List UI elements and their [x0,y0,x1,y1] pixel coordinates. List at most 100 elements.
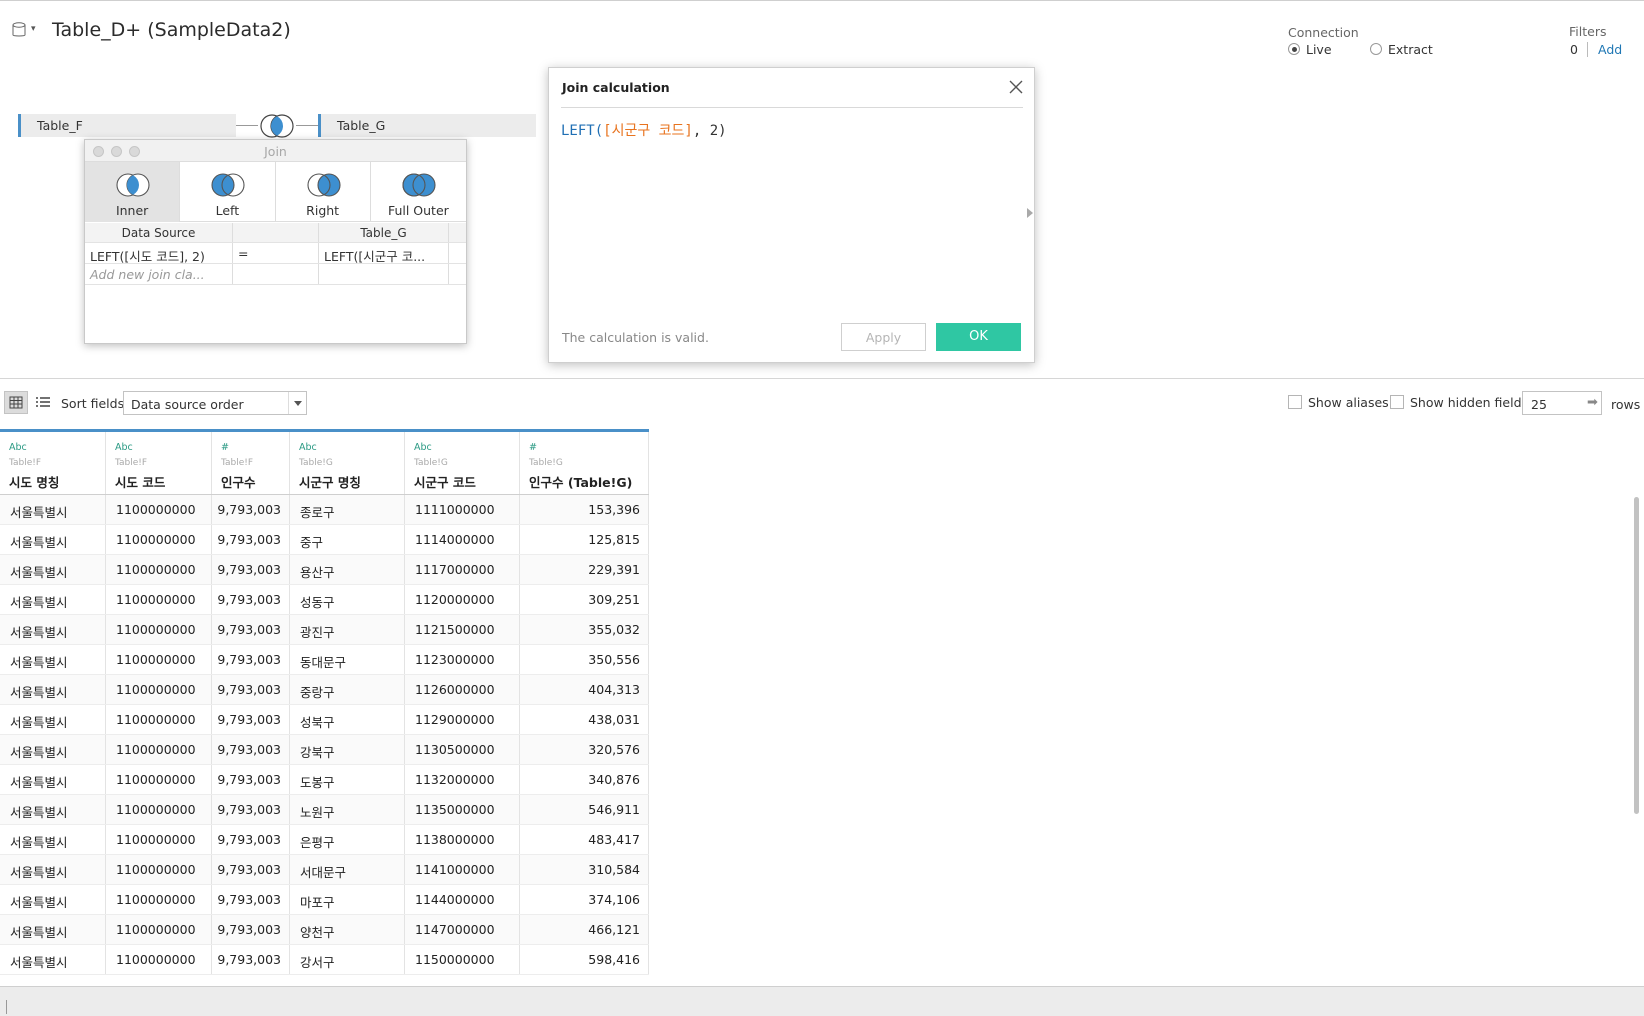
table-g-pill[interactable]: Table_G [318,114,536,137]
ok-button[interactable]: OK [936,323,1021,351]
calculation-editor[interactable]: LEFT([시군구 코드], 2) [561,120,1011,300]
top-divider [0,0,1644,1]
datasource-title[interactable]: Table_D+ (SampleData2) [52,19,291,41]
string-type-icon[interactable]: Abc [414,442,432,453]
live-radio-label[interactable]: Live [1306,42,1332,57]
extract-radio-label[interactable]: Extract [1388,42,1433,57]
apply-button[interactable]: Apply [841,323,926,351]
full-outer-join-label: Full Outer [387,203,449,218]
table-cell: 1100000000 [106,525,212,554]
column-header[interactable]: Abc Table!G 시군구 코드 [405,432,520,494]
expand-functions-arrow-icon[interactable] [1027,208,1033,218]
join-type-selector: Inner Left Right Full Outer [85,162,466,222]
show-hidden-fields-checkbox[interactable] [1390,395,1404,409]
table-cell: 1144000000 [405,885,520,914]
column-header[interactable]: Abc Table!F 시도 명칭 [0,432,106,494]
grid-view-button[interactable] [4,391,28,414]
show-aliases-label[interactable]: Show aliases [1308,395,1389,410]
column-name[interactable]: 시도 코드 [115,472,165,491]
column-name[interactable]: 인구수 (Table!G) [529,472,632,491]
clause-operator[interactable]: = [233,243,319,263]
table-cell: 9,793,003 [212,945,290,974]
table-row: 서울특별시 1100000000 9,793,003 양천구 1147000000 466… [0,915,649,945]
clause-left-field[interactable]: LEFT([시도 코드], 2) [85,243,233,263]
table-cell: 309,251 [520,585,649,614]
left-join-label: Left [215,203,240,218]
string-type-icon[interactable]: Abc [299,442,317,453]
table-cell: 용산구 [290,555,405,584]
table-cell: 9,793,003 [212,855,290,884]
table-cell: 1117000000 [405,555,520,584]
table-f-pill[interactable]: Table_F [18,114,236,137]
rows-count-input[interactable]: 25 ➡ [1522,391,1602,415]
table-cell: 1100000000 [106,855,212,884]
string-type-icon[interactable]: Abc [9,442,27,453]
connection-label: Connection [1288,25,1359,40]
grid-header: Abc Table!F 시도 명칭 Abc Table!F 시도 코드 # Table!F 인구… [0,432,649,495]
filters-label: Filters [1569,24,1607,39]
column-header[interactable]: Abc Table!F 시도 코드 [106,432,212,494]
live-radio[interactable] [1288,43,1300,55]
calc-status: The calculation is valid. [562,330,709,345]
right-join-button[interactable]: Right [276,162,371,222]
clause-header-operator [233,223,319,242]
table-cell: 9,793,003 [212,825,290,854]
add-join-clause[interactable]: Add new join cla... [85,264,233,284]
table-cell: 9,793,003 [212,915,290,944]
vertical-scrollbar[interactable] [1634,497,1639,814]
column-header[interactable]: Abc Table!G 시군구 명칭 [290,432,405,494]
filters-divider [1587,42,1588,57]
table-cell: 서울특별시 [0,525,106,554]
show-aliases-checkbox[interactable] [1288,395,1302,409]
database-icon[interactable] [12,22,26,38]
show-hidden-fields-label[interactable]: Show hidden fields [1410,395,1528,410]
table-cell: 종로구 [290,495,405,524]
table-row: 서울특별시 1100000000 9,793,003 강서구 1150000000 598… [0,945,649,975]
sort-fields-select[interactable]: Data source order [123,391,307,415]
table-cell: 성동구 [290,585,405,614]
table-row: 서울특별시 1100000000 9,793,003 성북구 1129000000 438… [0,705,649,735]
join-clause-row[interactable]: LEFT([시도 코드], 2) = LEFT([시군구 코... [85,243,466,264]
number-type-icon[interactable]: # [221,442,229,453]
join-venn-icon[interactable] [257,113,297,139]
table-cell: 서울특별시 [0,735,106,764]
close-icon[interactable] [1007,78,1025,96]
table-cell: 9,793,003 [212,615,290,644]
full-outer-join-icon [402,173,436,197]
table-row: 서울특별시 1100000000 9,793,003 은평구 1138000000 483… [0,825,649,855]
bottom-bar-tick [6,1000,7,1014]
table-cell: 서울특별시 [0,615,106,644]
join-popup: Join Inner Left Right Full Outer Data So… [84,139,467,344]
full-outer-join-button[interactable]: Full Outer [371,162,466,222]
table-cell: 서울특별시 [0,795,106,824]
left-join-button[interactable]: Left [180,162,276,222]
formula-field: [시군구 코드] [603,123,693,139]
column-name[interactable]: 시군구 명칭 [299,472,361,491]
column-source: Table!G [299,458,333,468]
formula-args: , 2) [692,123,727,139]
inner-join-button[interactable]: Inner [85,162,181,222]
arrow-right-icon[interactable]: ➡ [1587,395,1598,410]
add-filter-link[interactable]: Add [1598,42,1622,57]
column-name[interactable]: 인구수 [221,472,256,491]
add-join-clause-row[interactable]: Add new join cla... [85,264,466,285]
column-name[interactable]: 시군구 코드 [414,472,476,491]
extract-radio[interactable] [1370,43,1382,55]
list-view-icon[interactable] [33,393,53,413]
table-cell: 229,391 [520,555,649,584]
string-type-icon[interactable]: Abc [115,442,133,453]
table-row: 서울특별시 1100000000 9,793,003 동대문구 1123000000 35… [0,645,649,675]
column-header[interactable]: # Table!G 인구수 (Table!G) [520,432,649,494]
datasource-menu-caret-icon[interactable]: ▾ [31,24,36,34]
table-cell: 9,793,003 [212,735,290,764]
table-cell: 1150000000 [405,945,520,974]
column-name[interactable]: 시도 명칭 [9,472,59,491]
chevron-down-icon [288,392,306,414]
number-type-icon[interactable]: # [529,442,537,453]
clause-right-field[interactable]: LEFT([시군구 코... [319,243,449,263]
join-popup-titlebar[interactable]: Join [85,140,466,162]
table-cell: 1130500000 [405,735,520,764]
table-cell: 9,793,003 [212,525,290,554]
grid-view-icon [9,396,23,409]
column-header[interactable]: # Table!F 인구수 [212,432,290,494]
